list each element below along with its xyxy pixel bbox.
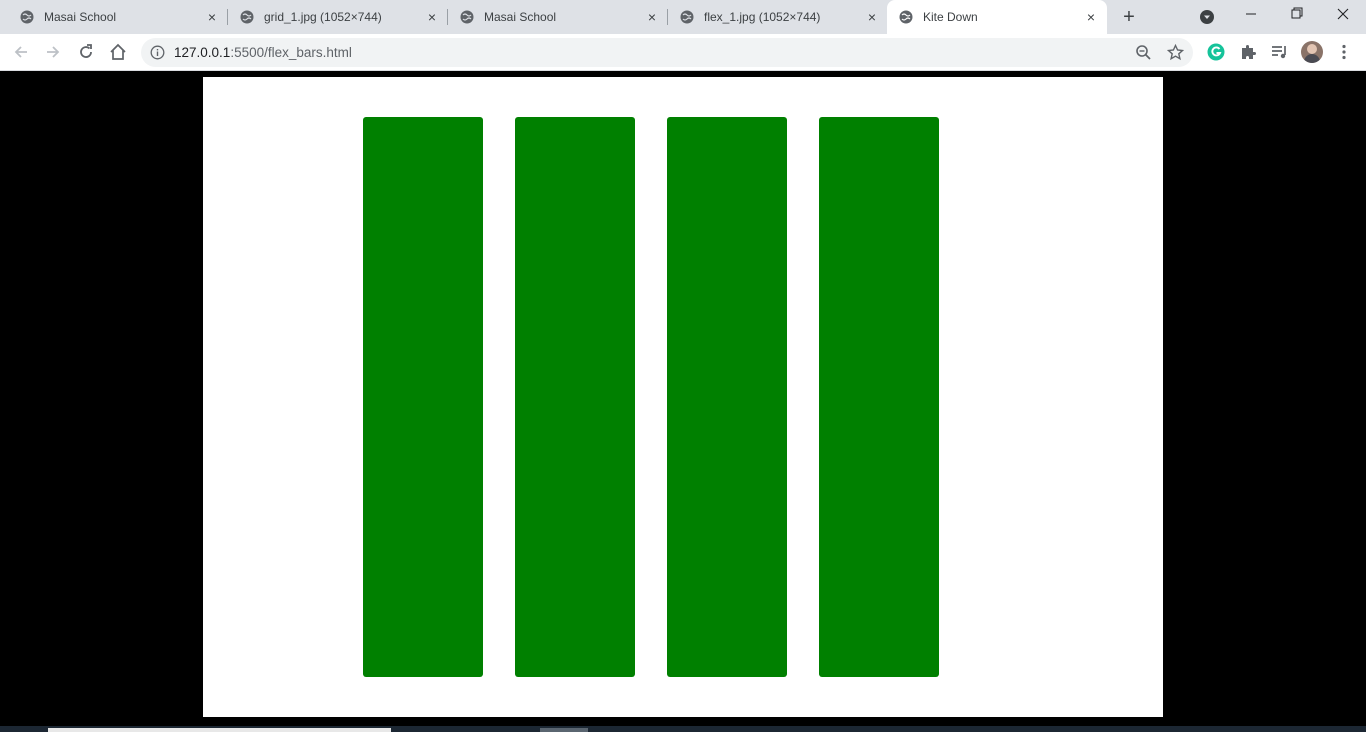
close-icon <box>1337 8 1349 20</box>
restore-button[interactable] <box>1274 0 1320 32</box>
tab-search-icon[interactable] <box>1199 9 1215 25</box>
flex-bar-2 <box>515 117 635 677</box>
queue-music-icon[interactable] <box>1270 42 1290 62</box>
globe-icon <box>460 10 474 24</box>
browser-toolbar: 127.0.0.1:5500/flex_bars.html <box>0 34 1366 71</box>
tab-title: Masai School <box>44 10 117 24</box>
globe-icon <box>680 10 694 24</box>
zoom-out-icon[interactable] <box>1135 44 1152 61</box>
flex-bar-4 <box>819 117 939 677</box>
url-path: :5500/flex_bars.html <box>230 45 352 60</box>
globe-icon <box>899 10 913 24</box>
tab-close-button[interactable]: × <box>1083 9 1099 25</box>
url-text[interactable]: 127.0.0.1:5500/flex_bars.html <box>174 45 352 60</box>
tab-close-button[interactable]: × <box>864 9 880 25</box>
tab-masai-school-2[interactable]: Masai School × <box>448 0 668 34</box>
close-window-button[interactable] <box>1320 0 1366 32</box>
tab-close-button[interactable]: × <box>644 9 660 25</box>
url-host: 127.0.0.1 <box>174 45 231 60</box>
puzzle-icon[interactable] <box>1238 42 1258 62</box>
star-icon[interactable] <box>1167 44 1184 61</box>
page-viewport <box>0 71 1366 726</box>
tab-title: Masai School <box>484 10 557 24</box>
grammarly-icon[interactable] <box>1206 42 1226 62</box>
minimize-button[interactable] <box>1228 0 1274 32</box>
tab-masai-school-1[interactable]: Masai School × <box>8 0 228 34</box>
globe-icon <box>240 10 254 24</box>
tab-flex-jpg[interactable]: flex_1.jpg (1052×744) × <box>668 0 888 34</box>
restore-icon <box>1291 7 1303 19</box>
tab-close-button[interactable]: × <box>424 9 440 25</box>
new-tab-button[interactable]: + <box>1119 7 1139 27</box>
taskbar-item[interactable] <box>540 728 588 732</box>
kebab-menu-icon[interactable] <box>1334 42 1354 62</box>
globe-icon <box>20 10 34 24</box>
tab-grid-jpg[interactable]: grid_1.jpg (1052×744) × <box>228 0 448 34</box>
avatar[interactable] <box>1301 41 1323 63</box>
flex-bar-3 <box>667 117 787 677</box>
tab-title: flex_1.jpg (1052×744) <box>704 10 821 24</box>
tab-close-button[interactable]: × <box>204 9 220 25</box>
taskbar <box>0 726 1366 732</box>
tab-title: Kite Down <box>923 10 978 24</box>
tab-kite-down[interactable]: Kite Down × <box>887 0 1107 34</box>
home-icon[interactable] <box>108 42 128 62</box>
tab-strip: Masai School × grid_1.jpg (1052×744) × M… <box>0 0 1366 34</box>
taskbar-item-active[interactable] <box>48 728 391 732</box>
arrow-left-icon[interactable] <box>11 42 31 62</box>
flex-container <box>203 77 1163 717</box>
minimize-icon <box>1246 13 1256 15</box>
arrow-right-icon[interactable] <box>43 42 63 62</box>
reload-icon[interactable] <box>76 42 96 62</box>
address-bar[interactable]: 127.0.0.1:5500/flex_bars.html <box>141 38 1193 67</box>
flex-bar-1 <box>363 117 483 677</box>
avatar-body <box>1304 54 1320 63</box>
info-icon[interactable] <box>150 45 165 60</box>
avatar-face <box>1307 44 1317 54</box>
tab-title: grid_1.jpg (1052×744) <box>264 10 382 24</box>
